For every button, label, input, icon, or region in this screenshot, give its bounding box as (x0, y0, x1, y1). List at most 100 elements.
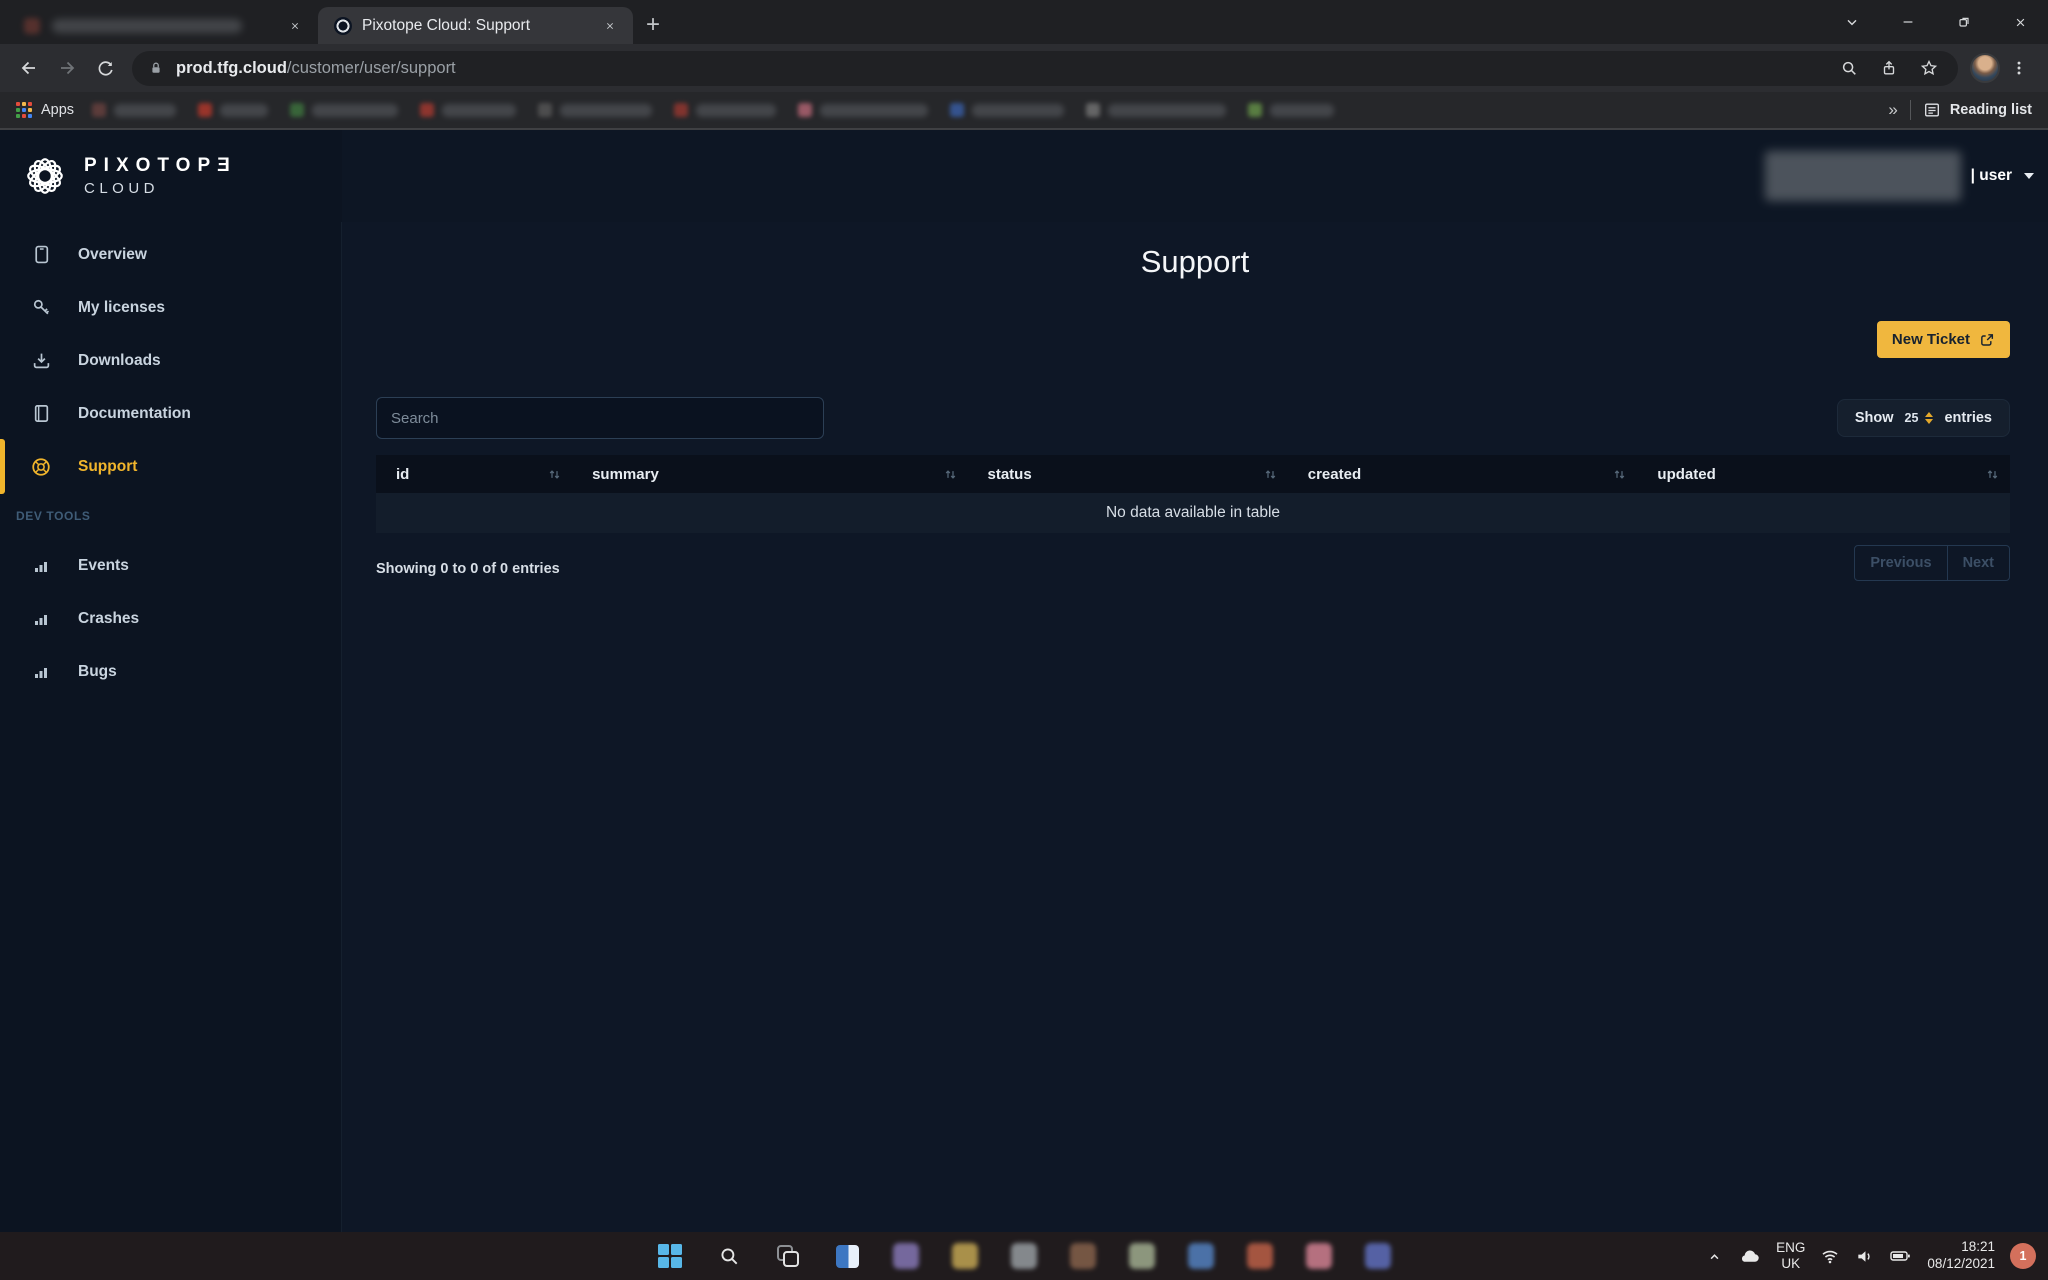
url-path: /customer/user/support (287, 59, 456, 77)
entries-label: entries (1944, 410, 1992, 426)
bookmark-item[interactable] (1248, 103, 1334, 117)
tab-search-chevron-icon[interactable] (1824, 0, 1880, 44)
battery-icon[interactable] (1889, 1246, 1912, 1266)
taskbar-app-button[interactable] (1128, 1242, 1156, 1270)
tab-close-icon[interactable] (282, 13, 308, 39)
bookmark-item[interactable] (290, 103, 398, 117)
browser-tab-inactive[interactable] (0, 7, 318, 44)
taskbar-app-button[interactable] (1069, 1242, 1097, 1270)
life-ring-icon (30, 457, 52, 477)
sort-icon[interactable] (547, 467, 562, 482)
bookmark-favicon-icon (674, 103, 688, 117)
search-input[interactable] (376, 397, 824, 439)
widgets-button[interactable] (833, 1242, 861, 1270)
back-button[interactable] (10, 49, 48, 87)
previous-button[interactable]: Previous (1855, 546, 1946, 580)
pagination: Previous Next (1854, 545, 2010, 581)
new-tab-button[interactable]: + (633, 7, 673, 43)
column-header-updated[interactable]: updated (1637, 455, 2010, 493)
reading-list-button[interactable]: Reading list (1923, 101, 2032, 119)
new-ticket-button[interactable]: New Ticket (1877, 321, 2010, 358)
bookmark-item[interactable] (198, 103, 268, 117)
bookmark-star-icon[interactable] (1912, 51, 1946, 85)
user-menu[interactable]: | user (1971, 167, 2012, 185)
sort-icon[interactable] (1985, 467, 2000, 482)
forward-button[interactable] (48, 49, 86, 87)
sort-icon[interactable] (1612, 467, 1627, 482)
notification-badge[interactable]: 1 (2010, 1243, 2036, 1269)
bookmark-item[interactable] (798, 103, 928, 117)
apps-button[interactable]: Apps (16, 102, 74, 118)
bookmark-item[interactable] (538, 103, 652, 117)
main-content: Support New Ticket Show 25 entries id (342, 222, 2048, 1232)
sidebar-item-label: My licenses (78, 299, 165, 317)
bookmark-favicon-icon (290, 103, 304, 117)
bar-chart-icon (30, 610, 52, 628)
sidebar-item-crashes[interactable]: Crashes (0, 592, 341, 645)
bookmark-item[interactable] (420, 103, 516, 117)
taskbar-app-button[interactable] (1364, 1242, 1392, 1270)
start-button[interactable] (656, 1242, 684, 1270)
table-empty-row: No data available in table (376, 493, 2010, 533)
taskbar-app-button[interactable] (1305, 1242, 1333, 1270)
bookmark-item[interactable] (950, 103, 1064, 117)
task-view-button[interactable] (774, 1242, 802, 1270)
address-bar[interactable]: prod.tfg.cloud/customer/user/support (132, 51, 1958, 86)
sidebar-item-my-licenses[interactable]: My licenses (0, 281, 341, 334)
sort-icon[interactable] (1263, 467, 1278, 482)
language-indicator[interactable]: ENG UK (1776, 1240, 1805, 1272)
zoom-icon[interactable] (1832, 51, 1866, 85)
brand-name: PIXOTOPƎ (84, 155, 237, 177)
onedrive-cloud-icon[interactable] (1738, 1246, 1761, 1267)
overview-icon (30, 245, 52, 264)
sidebar-item-events[interactable]: Events (0, 539, 341, 592)
pixotope-logo[interactable]: PIXOTOPƎ CLOUD (0, 130, 342, 222)
bookmark-item[interactable] (674, 103, 776, 117)
taskbar-app-button[interactable] (1010, 1242, 1038, 1270)
app-icon (1247, 1243, 1273, 1269)
sidebar-item-bugs[interactable]: Bugs (0, 645, 341, 698)
taskbar-app-button[interactable] (1187, 1242, 1215, 1270)
sidebar-item-documentation[interactable]: Documentation (0, 387, 341, 440)
bookmark-item[interactable] (92, 103, 176, 117)
app-icon (1365, 1243, 1391, 1269)
close-button[interactable] (1992, 0, 2048, 44)
next-button[interactable]: Next (1947, 546, 2009, 580)
page-size-select[interactable]: 25 (1905, 411, 1934, 425)
taskbar-search-button[interactable] (715, 1242, 743, 1270)
taskbar-app-button[interactable] (951, 1242, 979, 1270)
download-icon (30, 351, 52, 370)
sort-icon[interactable] (943, 467, 958, 482)
tab-close-icon[interactable] (597, 13, 623, 39)
bookmarks-overflow-button[interactable]: » (1888, 100, 1897, 120)
taskbar-app-button[interactable] (1246, 1242, 1274, 1270)
reload-button[interactable] (86, 49, 124, 87)
blurred-favicon-icon (24, 18, 40, 34)
taskbar-clock[interactable]: 18:21 08/12/2021 (1927, 1239, 1995, 1273)
column-header-id[interactable]: id (376, 455, 572, 493)
menu-kebab-icon[interactable] (2000, 49, 2038, 87)
brand-sub: CLOUD (84, 180, 237, 197)
bookmark-item[interactable] (1086, 103, 1226, 117)
browser-tab-active[interactable]: Pixotope Cloud: Support (318, 7, 633, 44)
profile-avatar[interactable] (1970, 53, 2000, 83)
share-icon[interactable] (1872, 51, 1906, 85)
bookmark-favicon-icon (538, 103, 552, 117)
restore-button[interactable] (1936, 0, 1992, 44)
column-header-created[interactable]: created (1288, 455, 1638, 493)
column-header-summary[interactable]: summary (572, 455, 967, 493)
sidebar-item-downloads[interactable]: Downloads (0, 334, 341, 387)
sidebar-item-overview[interactable]: Overview (0, 228, 341, 281)
column-header-status[interactable]: status (968, 455, 1288, 493)
wifi-icon[interactable] (1820, 1246, 1840, 1266)
sidebar-item-label: Downloads (78, 352, 161, 370)
hidden-icons-chevron-icon[interactable] (1706, 1248, 1723, 1265)
bookmark-favicon-icon (950, 103, 964, 117)
caret-down-icon[interactable] (2024, 173, 2034, 179)
volume-icon[interactable] (1855, 1247, 1874, 1266)
taskbar: ENG UK 18:21 08/12/2021 1 (0, 1232, 2048, 1280)
sidebar-item-support[interactable]: Support (0, 440, 341, 493)
lock-icon[interactable] (148, 60, 164, 76)
taskbar-app-button[interactable] (892, 1242, 920, 1270)
minimize-button[interactable] (1880, 0, 1936, 44)
